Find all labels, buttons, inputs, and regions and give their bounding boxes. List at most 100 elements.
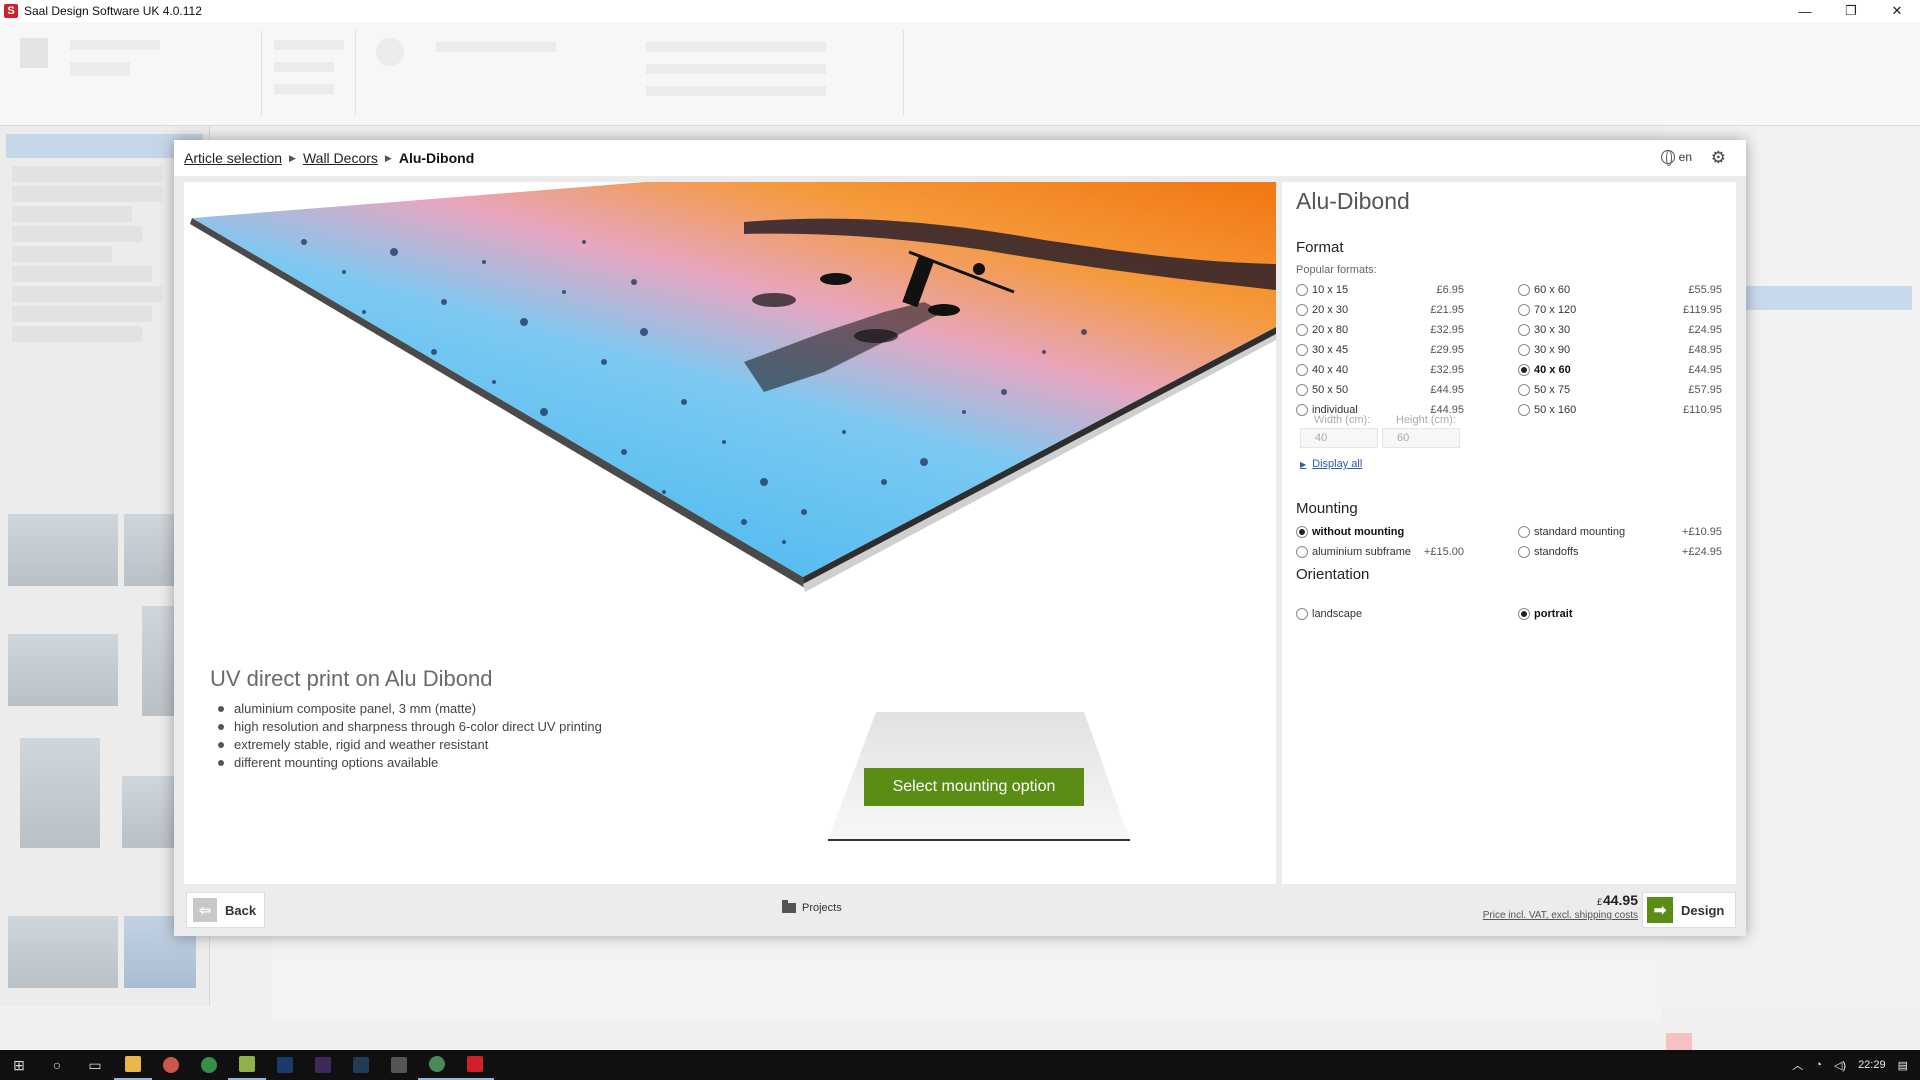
width-input[interactable] bbox=[1300, 428, 1378, 448]
select-mounting-option-button[interactable]: Select mounting option bbox=[864, 768, 1084, 806]
calculator-icon[interactable] bbox=[380, 1050, 418, 1080]
sidebar-row bbox=[12, 286, 162, 302]
radio-button[interactable] bbox=[1296, 324, 1308, 336]
volume-icon[interactable]: ◁) bbox=[1834, 1059, 1846, 1072]
mounting-option[interactable]: standoffs +£24.95 bbox=[1518, 544, 1722, 560]
photoshop-icon[interactable] bbox=[266, 1050, 304, 1080]
mounting-option[interactable]: standard mounting +£10.95 bbox=[1518, 524, 1722, 540]
option-label: 50 x 75 bbox=[1534, 384, 1571, 396]
design-button[interactable]: ➡ Design bbox=[1642, 892, 1736, 928]
radio-button[interactable] bbox=[1296, 284, 1308, 296]
breadcrumb-separator-icon: ▶ bbox=[384, 152, 392, 163]
ribbon-item bbox=[70, 40, 160, 50]
radio-button[interactable] bbox=[1518, 364, 1530, 376]
orientation-option[interactable]: portrait bbox=[1518, 606, 1722, 622]
feature-item: high resolution and sharpness through 6-… bbox=[218, 719, 602, 734]
windows-start-icon[interactable]: ⊞ bbox=[0, 1050, 38, 1080]
notification-icon[interactable]: ▤ bbox=[1898, 1059, 1908, 1072]
radio-button[interactable] bbox=[1518, 284, 1530, 296]
sidebar-row bbox=[12, 326, 142, 342]
window-title: Saal Design Software UK 4.0.112 bbox=[24, 4, 202, 18]
radio-button[interactable] bbox=[1518, 608, 1530, 620]
radio-button[interactable] bbox=[1518, 546, 1530, 558]
format-option[interactable]: 40 x 60 £44.95 bbox=[1518, 362, 1722, 378]
radio-button[interactable] bbox=[1296, 404, 1308, 416]
radio-button[interactable] bbox=[1296, 608, 1308, 620]
radio-button[interactable] bbox=[1518, 384, 1530, 396]
format-option[interactable]: 50 x 75 £57.95 bbox=[1518, 382, 1722, 398]
option-price: £29.95 bbox=[1430, 344, 1464, 356]
option-price: £21.95 bbox=[1430, 304, 1464, 316]
format-option[interactable]: 50 x 50 £44.95 bbox=[1296, 382, 1464, 398]
option-label: 50 x 50 bbox=[1312, 384, 1349, 396]
radio-button[interactable] bbox=[1296, 304, 1308, 316]
format-option[interactable]: 70 x 120 £119.95 bbox=[1518, 302, 1722, 318]
product-title: Alu-Dibond bbox=[1296, 188, 1410, 214]
mounting-option[interactable]: without mounting bbox=[1296, 524, 1464, 540]
product-feature-list: aluminium composite panel, 3 mm (matte) … bbox=[218, 700, 602, 772]
format-option[interactable]: 40 x 40 £32.95 bbox=[1296, 362, 1464, 378]
network-icon[interactable]: ◔ bbox=[1815, 1059, 1822, 1071]
mounting-option[interactable]: aluminium subframe +£15.00 bbox=[1296, 544, 1464, 560]
format-option[interactable]: 30 x 45 £29.95 bbox=[1296, 342, 1464, 358]
sidebar-row bbox=[12, 206, 132, 222]
taskbar-app-icon[interactable] bbox=[152, 1050, 190, 1080]
breadcrumb-wall-decors[interactable]: Wall Decors bbox=[303, 150, 378, 166]
projects-label: Projects bbox=[802, 902, 842, 914]
radio-button[interactable] bbox=[1296, 344, 1308, 356]
format-option[interactable]: 10 x 15 £6.95 bbox=[1296, 282, 1464, 298]
option-label: 10 x 15 bbox=[1312, 284, 1349, 296]
radio-button[interactable] bbox=[1518, 526, 1530, 538]
chrome-icon[interactable] bbox=[190, 1050, 228, 1080]
tray-chevron-icon[interactable]: ︿ bbox=[1792, 1057, 1803, 1073]
option-label: without mounting bbox=[1312, 526, 1405, 538]
restore-button[interactable]: ❐ bbox=[1828, 0, 1874, 22]
format-option[interactable]: 20 x 30 £21.95 bbox=[1296, 302, 1464, 318]
option-price: £32.95 bbox=[1430, 364, 1464, 376]
breadcrumb-article-selection[interactable]: Article selection bbox=[184, 150, 282, 166]
breadcrumb-current: Alu-Dibond bbox=[398, 150, 475, 166]
price-note-link[interactable]: Price incl. VAT, excl. shipping costs bbox=[1483, 910, 1638, 921]
back-button[interactable]: ⇦ Back bbox=[186, 892, 266, 928]
orientation-option[interactable]: landscape bbox=[1296, 606, 1464, 622]
option-price: +£24.95 bbox=[1681, 546, 1722, 558]
premiere-icon[interactable] bbox=[304, 1050, 342, 1080]
format-option[interactable]: 30 x 30 £24.95 bbox=[1518, 322, 1722, 338]
file-explorer-icon[interactable] bbox=[114, 1050, 152, 1080]
radio-button[interactable] bbox=[1296, 546, 1308, 558]
radio-button[interactable] bbox=[1518, 404, 1530, 416]
price-value: 44.95 bbox=[1602, 892, 1638, 908]
lightroom-icon[interactable] bbox=[342, 1050, 380, 1080]
radio-button[interactable] bbox=[1518, 324, 1530, 336]
taskbar: ⊞ ○ ▭ ︿ ◔ ◁) 22:29 ▤ bbox=[0, 1050, 1920, 1080]
radio-button[interactable] bbox=[1296, 384, 1308, 396]
radio-button[interactable] bbox=[1518, 344, 1530, 356]
format-option[interactable]: 50 x 160 £110.95 bbox=[1518, 402, 1722, 418]
projects-button[interactable]: Projects bbox=[782, 900, 842, 914]
search-icon[interactable]: ○ bbox=[38, 1050, 76, 1080]
minimize-button[interactable]: — bbox=[1782, 0, 1828, 22]
maps-icon[interactable] bbox=[418, 1050, 456, 1080]
display-all-link[interactable]: ▶ Display all bbox=[1300, 458, 1362, 470]
task-view-icon[interactable]: ▭ bbox=[76, 1050, 114, 1080]
saal-design-icon[interactable] bbox=[456, 1050, 494, 1080]
option-label: 30 x 90 bbox=[1534, 344, 1571, 356]
radio-button[interactable] bbox=[1518, 304, 1530, 316]
format-option[interactable]: 20 x 80 £32.95 bbox=[1296, 322, 1464, 338]
language-selector[interactable]: en bbox=[1660, 150, 1692, 166]
feature-item: aluminium composite panel, 3 mm (matte) bbox=[218, 700, 602, 718]
clock[interactable]: 22:29 bbox=[1858, 1059, 1886, 1071]
close-button[interactable]: ✕ bbox=[1874, 0, 1920, 22]
option-price: +£15.00 bbox=[1423, 546, 1464, 558]
option-price: £48.95 bbox=[1688, 344, 1722, 356]
format-option[interactable]: 60 x 60 £55.95 bbox=[1518, 282, 1722, 298]
settings-gear-icon[interactable]: ⚙ bbox=[1711, 149, 1726, 166]
radio-button[interactable] bbox=[1296, 364, 1308, 376]
dialog-footer: ⇦ Back Projects £44.95 Price incl. VAT, … bbox=[174, 888, 1746, 934]
notepad-icon[interactable] bbox=[228, 1050, 266, 1080]
height-input[interactable] bbox=[1382, 428, 1460, 448]
radio-button[interactable] bbox=[1296, 526, 1308, 538]
image-thumbnail bbox=[8, 634, 118, 706]
product-description-title: UV direct print on Alu Dibond bbox=[210, 666, 493, 691]
format-option[interactable]: 30 x 90 £48.95 bbox=[1518, 342, 1722, 358]
